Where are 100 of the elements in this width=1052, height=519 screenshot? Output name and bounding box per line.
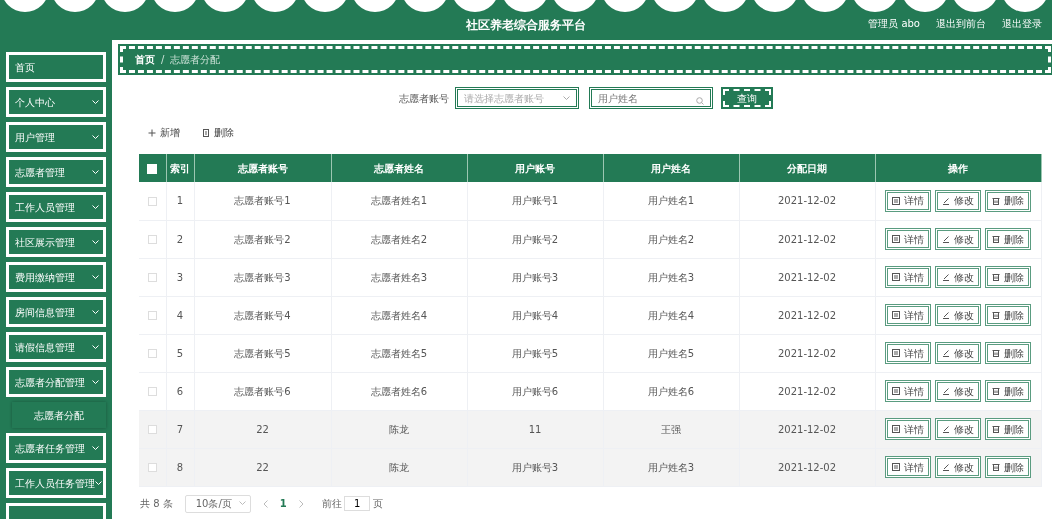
- add-button[interactable]: 新增: [148, 125, 180, 140]
- pencil-icon: [942, 273, 950, 281]
- table-cell: 2021-12-02: [739, 410, 875, 448]
- breadcrumb-current: 志愿者分配: [170, 53, 221, 67]
- trash-icon: [992, 273, 1000, 281]
- sidebar-item[interactable]: 志愿者管理: [6, 157, 106, 187]
- pencil-icon: [942, 349, 950, 357]
- table-cell: 志愿者账号4: [194, 296, 331, 334]
- document-icon: [892, 387, 900, 395]
- table-cell: 用户姓名3: [603, 258, 739, 296]
- table-cell: 2021-12-02: [739, 258, 875, 296]
- page-size-select[interactable]: 10条/页: [184, 494, 251, 513]
- row-checkbox[interactable]: [147, 235, 157, 244]
- chevron-down-icon: [92, 134, 99, 140]
- row-checkbox[interactable]: [147, 349, 157, 358]
- header-link[interactable]: 管理员 abo: [868, 16, 920, 31]
- edit-button[interactable]: 修改: [935, 228, 981, 250]
- row-checkbox[interactable]: [147, 196, 157, 206]
- delete-button[interactable]: 删除: [985, 266, 1031, 288]
- document-icon: [892, 311, 900, 319]
- sidebar-item[interactable]: 请假信息管理: [6, 332, 106, 362]
- details-button[interactable]: 详情: [885, 418, 931, 440]
- sidebar-item[interactable]: 志愿者分配管理: [6, 367, 106, 397]
- sidebar-item[interactable]: 房间信息管理: [6, 297, 106, 327]
- delete-button[interactable]: 删除: [985, 380, 1031, 402]
- sidebar-item[interactable]: 费用缴纳管理: [6, 262, 106, 292]
- previous-page-icon[interactable]: [262, 499, 268, 508]
- document-icon: [892, 425, 900, 433]
- edit-button[interactable]: 修改: [935, 304, 981, 326]
- table-cell: 志愿者姓名5: [331, 334, 467, 372]
- row-checkbox[interactable]: [147, 273, 157, 282]
- table-cell: 用户账号4: [467, 296, 603, 334]
- page-number[interactable]: 1: [279, 496, 287, 511]
- trash-icon: [992, 463, 1000, 471]
- table-cell: 志愿者姓名4: [331, 296, 467, 334]
- table-cell: 用户账号5: [467, 334, 603, 372]
- row-checkbox[interactable]: [147, 463, 157, 472]
- delete-button[interactable]: 删除: [985, 342, 1031, 364]
- row-checkbox[interactable]: [147, 425, 157, 434]
- search-icon: [696, 97, 705, 105]
- table-cell: 11: [467, 410, 603, 448]
- select-all-checkbox[interactable]: [147, 163, 158, 174]
- column-header: 用户账号: [467, 154, 603, 182]
- edit-button[interactable]: 修改: [935, 418, 981, 440]
- table-cell: 志愿者账号6: [194, 372, 331, 410]
- table-cell: 陈龙: [331, 448, 467, 486]
- column-header: 操作: [875, 154, 1041, 182]
- document-icon: [892, 273, 900, 281]
- row-index: 1: [166, 182, 194, 220]
- table-cell: 22: [194, 410, 331, 448]
- sidebar-item[interactable]: 首页: [6, 52, 106, 82]
- details-button[interactable]: 详情: [885, 342, 931, 364]
- details-button[interactable]: 详情: [885, 228, 931, 250]
- field-label: 志愿者账号: [399, 91, 450, 106]
- details-button[interactable]: 详情: [885, 304, 931, 326]
- edit-button[interactable]: 修改: [935, 380, 981, 402]
- delete-button[interactable]: 删除: [985, 228, 1031, 250]
- header-link[interactable]: 退出登录: [1002, 16, 1042, 31]
- chevron-down-icon: [92, 445, 99, 451]
- delete-button[interactable]: 删除: [985, 304, 1031, 326]
- trash-icon: [992, 196, 1000, 205]
- details-button[interactable]: 详情: [885, 456, 931, 478]
- edit-button[interactable]: 修改: [935, 456, 981, 478]
- details-button[interactable]: 详情: [885, 189, 931, 212]
- document-icon: [892, 196, 900, 205]
- sidebar-subitem[interactable]: 志愿者分配: [12, 402, 106, 428]
- chevron-down-icon: [92, 309, 99, 315]
- row-checkbox[interactable]: [147, 387, 157, 396]
- trash-icon: [992, 235, 1000, 243]
- search-button[interactable]: 查询: [723, 89, 772, 107]
- sidebar-item[interactable]: 个人中心: [6, 87, 106, 117]
- sidebar-item[interactable]: 用户管理: [6, 122, 106, 152]
- delete-button[interactable]: 删除: [985, 189, 1031, 212]
- page-input[interactable]: 1: [344, 496, 371, 511]
- next-page-icon[interactable]: [298, 499, 304, 508]
- table-cell: 2021-12-02: [739, 334, 875, 372]
- header-link[interactable]: 退出到前台: [936, 16, 986, 31]
- chevron-down-icon: [92, 169, 99, 175]
- search-field[interactable]: 用户姓名: [589, 87, 714, 109]
- details-button[interactable]: 详情: [885, 380, 931, 402]
- sidebar-item[interactable]: 志愿者任务管理: [6, 433, 106, 463]
- sidebar-item[interactable]: 社区展示管理: [6, 227, 106, 257]
- sidebar-item[interactable]: 工作人员管理: [6, 192, 106, 222]
- delete-button[interactable]: 删除: [985, 456, 1031, 478]
- breadcrumb-link[interactable]: 首页: [135, 52, 155, 67]
- table-cell: 志愿者账号5: [194, 334, 331, 372]
- edit-button[interactable]: 修改: [935, 189, 981, 212]
- delete-button[interactable]: 删除: [202, 125, 234, 140]
- table-cell: 志愿者姓名6: [331, 372, 467, 410]
- details-button[interactable]: 详情: [885, 266, 931, 288]
- edit-button[interactable]: 修改: [935, 266, 981, 288]
- delete-button[interactable]: 删除: [985, 418, 1031, 440]
- table-cell: 用户账号2: [467, 220, 603, 258]
- row-checkbox[interactable]: [147, 311, 157, 320]
- column-header: 用户姓名: [603, 154, 739, 182]
- table-cell: 用户账号3: [467, 258, 603, 296]
- sidebar-item[interactable]: 工作人员任务管理: [6, 468, 106, 498]
- pencil-icon: [942, 425, 950, 433]
- table-cell: 志愿者姓名2: [331, 220, 467, 258]
- edit-button[interactable]: 修改: [935, 342, 981, 364]
